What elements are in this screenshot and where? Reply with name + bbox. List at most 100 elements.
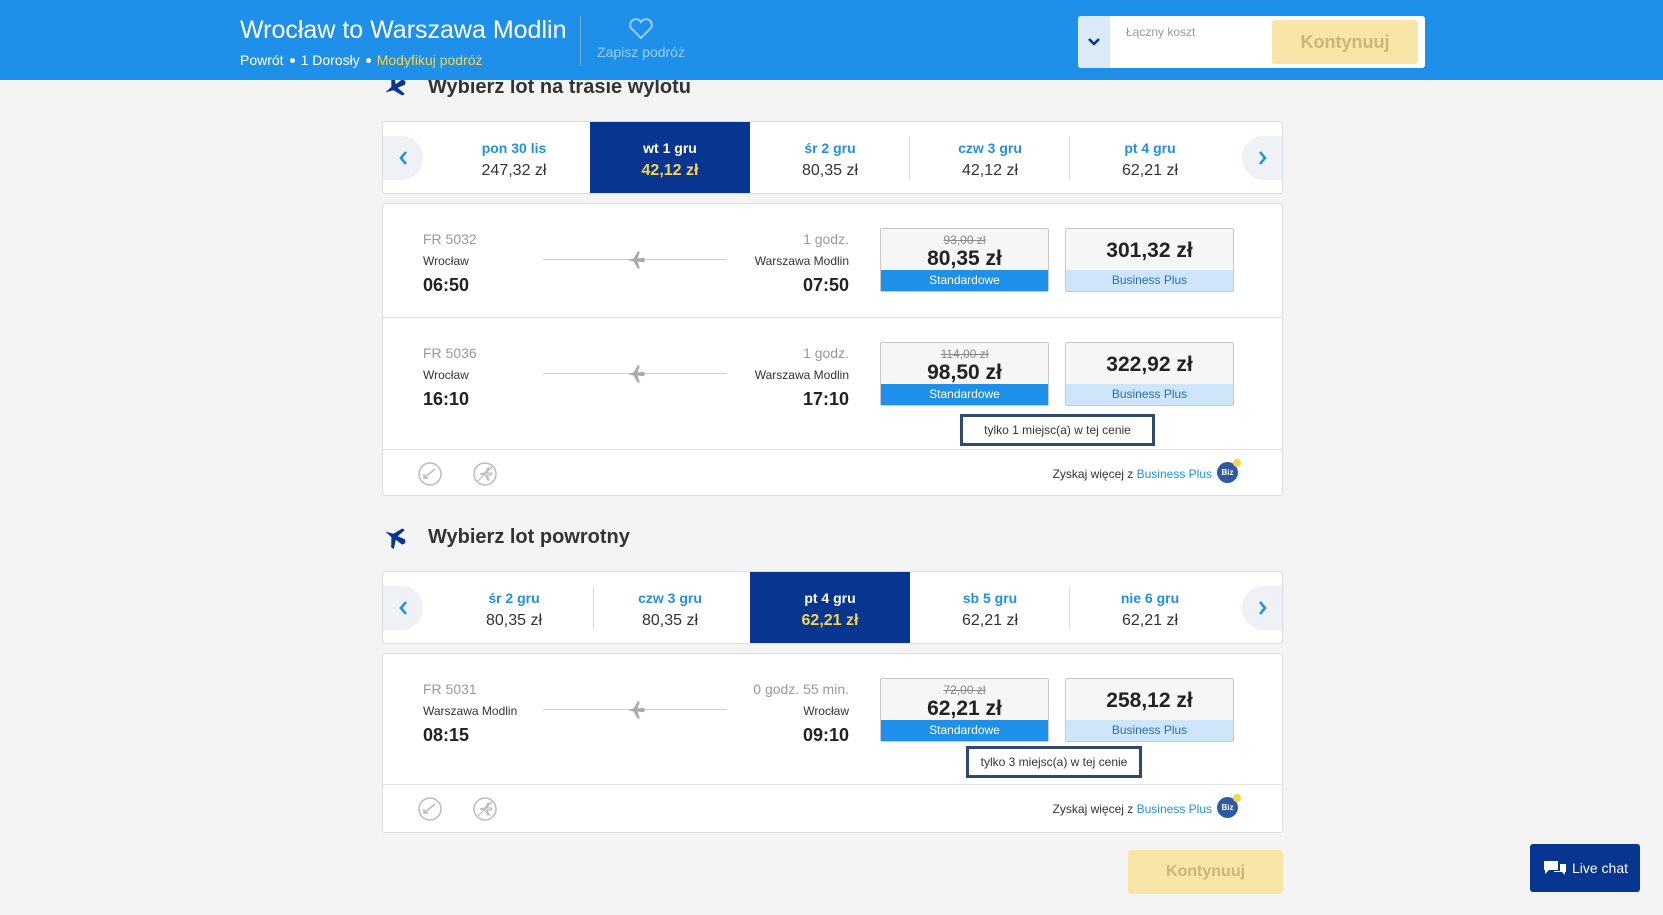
date-option[interactable]: nie 6 gru 62,21 zł [1070,572,1230,643]
biz-badge-icon: Biz [1217,794,1241,818]
date-price: 62,21 zł [1121,612,1179,629]
fare-price: 98,50 zł [927,361,1002,384]
sun-dot [1233,794,1241,802]
date-price: 62,21 zł [801,612,859,629]
save-trip-button[interactable]: Zapisz podróż [596,18,686,60]
chevron-left-icon [398,601,407,615]
standard-fare-button[interactable]: 93,00 zł 80,35 zł Standardowe [880,228,1049,292]
inbound-section-title: Wybierz lot powrotny [382,524,630,550]
standard-fare-button[interactable]: 72,00 zł 62,21 zł Standardowe [880,678,1049,742]
modify-trip-link[interactable]: Modyfikuj podróż [377,52,483,68]
business-plus-promo: Zyskaj więcej z Business Plus [1053,802,1212,816]
original-price: 93,00 zł [943,233,986,247]
continue-button[interactable]: Kontynuuj [1128,850,1283,894]
outbound-date-selector: pon 30 lis 247,32 zł wt 1 gru 42,12 zł ś… [382,121,1283,194]
date-price: 62,21 zł [961,612,1019,629]
date-label: wt 1 gru [643,140,697,156]
arrival-time: 17:10 [802,389,849,409]
separator-dot [289,57,295,63]
date-price: 80,35 zł [641,612,699,629]
plane-icon [627,701,646,719]
route-title: Wrocław to Warszawa Modlin [240,16,567,44]
business-plus-promo: Zyskaj więcej z Business Plus [1053,467,1212,481]
save-trip-label: Zapisz podróż [597,44,685,60]
date-label: śr 2 gru [488,590,540,606]
next-dates-button[interactable] [1242,586,1282,630]
business-plus-fare-button[interactable]: 301,32 zł Business Plus [1065,228,1234,292]
date-option[interactable]: pon 30 lis 247,32 zł [434,122,594,193]
departure-time: 16:10 [423,389,470,409]
card-footer: Zyskaj więcej z Business Plus Biz [383,450,1282,498]
chevron-left-icon [398,151,407,165]
fare-price: 80,35 zł [927,247,1002,270]
business-plus-link[interactable]: Business Plus [1137,802,1212,816]
business-plus-fare-button[interactable]: 322,92 zł Business Plus [1065,342,1234,406]
date-price: 42,12 zł [961,162,1019,179]
flight-duration: 1 godz. [803,345,849,361]
date-option-selected[interactable]: pt 4 gru 62,21 zł [750,572,910,643]
flight-number: FR 5036 [423,345,477,361]
trip-summary: Powrót 1 Dorosły Modyfikuj podróż [240,52,483,68]
chevron-down-icon [1088,38,1100,46]
chevron-right-icon [1258,601,1267,615]
inbound-flights-card: FR 5031 Warszawa Modlin 08:15 0 godz. 55… [382,653,1283,833]
card-footer: Zyskaj więcej z Business Plus Biz [383,785,1282,833]
chevron-right-icon [1258,151,1267,165]
origin-city: Wrocław [423,254,469,268]
inbound-title-text: Wybierz lot powrotny [428,525,630,548]
fare-price: 62,21 zł [927,697,1002,720]
fare-label: Standardowe [881,720,1048,741]
sun-dot [1233,459,1241,467]
header-divider [580,16,581,66]
date-price: 80,35 zł [801,162,859,179]
heart-icon [629,18,653,40]
live-chat-label: Live chat [1571,860,1629,876]
total-cost-label: Łączny koszt [1126,25,1196,39]
original-price: 114,00 zł [940,347,989,361]
date-label: pt 4 gru [804,590,856,606]
flight-number: FR 5031 [423,681,477,697]
prev-dates-button[interactable] [383,586,423,630]
standard-fare-button[interactable]: 114,00 zł 98,50 zł Standardowe [880,342,1049,406]
arrival-time: 09:10 [802,725,849,745]
date-label: śr 2 gru [804,140,856,156]
date-option[interactable]: pt 4 gru 62,21 zł [1070,122,1230,193]
date-option[interactable]: czw 3 gru 42,12 zł [910,122,1070,193]
date-option[interactable]: śr 2 gru 80,35 zł [434,572,594,643]
promo-text: Zyskaj więcej z [1052,467,1137,481]
date-option[interactable]: sb 5 gru 62,21 zł [910,572,1070,643]
header-continue-button[interactable]: Kontynuuj [1272,20,1418,64]
fare-price: 301,32 zł [1106,239,1193,262]
flight-row: FR 5036 Wrocław 16:10 1 godz. Warszawa M… [383,318,1282,450]
prev-dates-button[interactable] [383,136,423,180]
arrival-time: 07:50 [802,275,849,295]
date-option-selected[interactable]: wt 1 gru 42,12 zł [590,122,750,193]
date-label: sb 5 gru [962,590,1018,606]
date-option[interactable]: śr 2 gru 80,35 zł [750,122,910,193]
origin-city: Warszawa Modlin [423,704,518,718]
date-option[interactable]: czw 3 gru 80,35 zł [590,572,750,643]
destination-city: Warszawa Modlin [754,254,849,268]
no-flight-icon [473,462,497,486]
outbound-flights-card: FR 5032 Wrocław 06:50 1 godz. Warszawa M… [382,203,1283,496]
inbound-date-selector: śr 2 gru 80,35 zł czw 3 gru 80,35 zł pt … [382,571,1283,644]
departure-icon [418,462,442,486]
passenger-count: 1 Dorosły [300,52,360,68]
date-label: czw 3 gru [958,140,1022,156]
next-dates-button[interactable] [1242,136,1282,180]
live-chat-button[interactable]: Live chat [1530,844,1640,892]
biz-badge-text: Biz [1221,468,1234,477]
date-label: pon 30 lis [481,140,547,156]
date-price: 247,32 zł [481,162,547,179]
cost-expand-toggle[interactable] [1078,16,1110,68]
fare-price: 258,12 zł [1106,689,1193,712]
destination-city: Warszawa Modlin [754,368,849,382]
plane-icon [627,251,646,269]
flight-duration: 0 godz. 55 min. [753,681,849,697]
departure-time: 06:50 [423,275,470,295]
date-price: 80,35 zł [485,612,543,629]
departure-icon [418,797,442,821]
business-plus-fare-button[interactable]: 258,12 zł Business Plus [1065,678,1234,742]
business-plus-link[interactable]: Business Plus [1137,467,1212,481]
flight-duration: 1 godz. [803,231,849,247]
